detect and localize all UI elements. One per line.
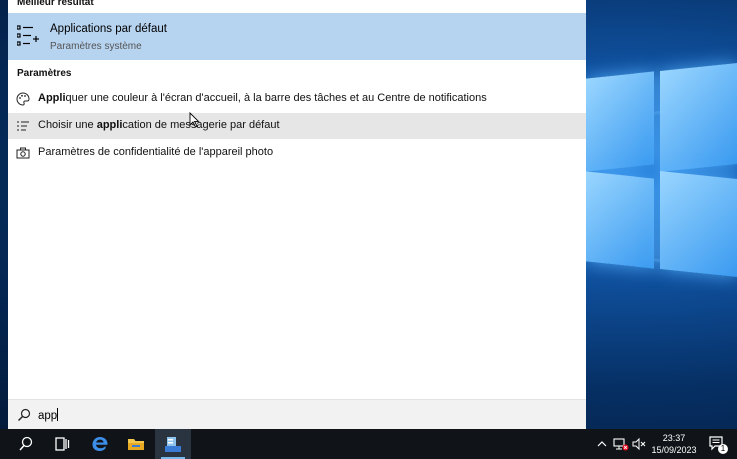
settings-result-mail[interactable]: Choisir une application de messagerie pa… — [8, 113, 586, 139]
result-text: Choisir une — [38, 119, 97, 131]
match-highlight: Appli — [38, 92, 66, 104]
best-match-heading: Meilleur résultat — [17, 0, 94, 8]
palette-icon — [16, 92, 30, 106]
file-explorer-icon — [128, 439, 144, 450]
search-box[interactable]: app — [8, 399, 586, 430]
clock-date: 15/09/2023 — [651, 445, 697, 455]
text-caret — [57, 408, 59, 421]
result-text: Paramètres de confidentialité de l'appar… — [38, 146, 274, 158]
start-search-panel: Meilleur résultat Applications par défau… — [8, 0, 586, 430]
chevron-up-icon[interactable] — [596, 438, 608, 450]
taskbar: 23:37 15/09/2023 1 — [0, 429, 737, 459]
default-apps-icon — [17, 25, 39, 46]
clock-time: 23:37 — [662, 433, 686, 443]
best-match-subtitle: Paramètres système — [50, 41, 142, 52]
taskbar-clock[interactable]: 23:37 15/09/2023 — [650, 432, 698, 456]
search-query-text: app — [38, 410, 58, 422]
camera-icon — [16, 147, 30, 159]
settings-result-camera[interactable]: Paramètres de confidentialité de l'appar… — [8, 140, 586, 166]
best-match-title: Applications par défaut — [50, 23, 167, 35]
taskbar-search-button[interactable] — [8, 429, 44, 459]
edge-button[interactable] — [82, 429, 118, 459]
action-center-button[interactable]: 1 — [706, 429, 730, 459]
volume-icon[interactable] — [632, 437, 646, 451]
best-match-result[interactable]: Applications par défaut Paramètres systè… — [8, 13, 586, 60]
result-text: quer une couleur à l'écran d'accueil, à … — [65, 92, 487, 104]
edge-icon — [92, 437, 108, 451]
task-view-button[interactable] — [44, 429, 80, 459]
settings-result-label: Paramètres de confidentialité de l'appar… — [38, 146, 273, 158]
server-manager-button[interactable] — [155, 429, 191, 459]
list-settings-icon — [17, 121, 29, 131]
result-text: cation de messagerie par défaut — [122, 119, 280, 131]
mouse-cursor-icon — [189, 112, 200, 128]
notification-count-badge: 1 — [718, 444, 728, 454]
network-icon[interactable] — [613, 437, 629, 451]
windows-logo — [586, 62, 737, 278]
server-manager-icon — [165, 437, 181, 452]
settings-result-label: Choisir une application de messagerie pa… — [38, 119, 280, 131]
search-icon — [19, 436, 33, 451]
search-input[interactable]: app — [38, 408, 59, 422]
settings-heading: Paramètres — [17, 68, 72, 79]
search-icon — [18, 408, 31, 421]
settings-result-label: Appliquer une couleur à l'écran d'accuei… — [38, 92, 487, 104]
task-view-icon — [55, 437, 70, 451]
file-explorer-button[interactable] — [118, 429, 154, 459]
match-highlight: appli — [96, 119, 123, 131]
settings-result-color[interactable]: Appliquer une couleur à l'écran d'accuei… — [8, 86, 586, 112]
